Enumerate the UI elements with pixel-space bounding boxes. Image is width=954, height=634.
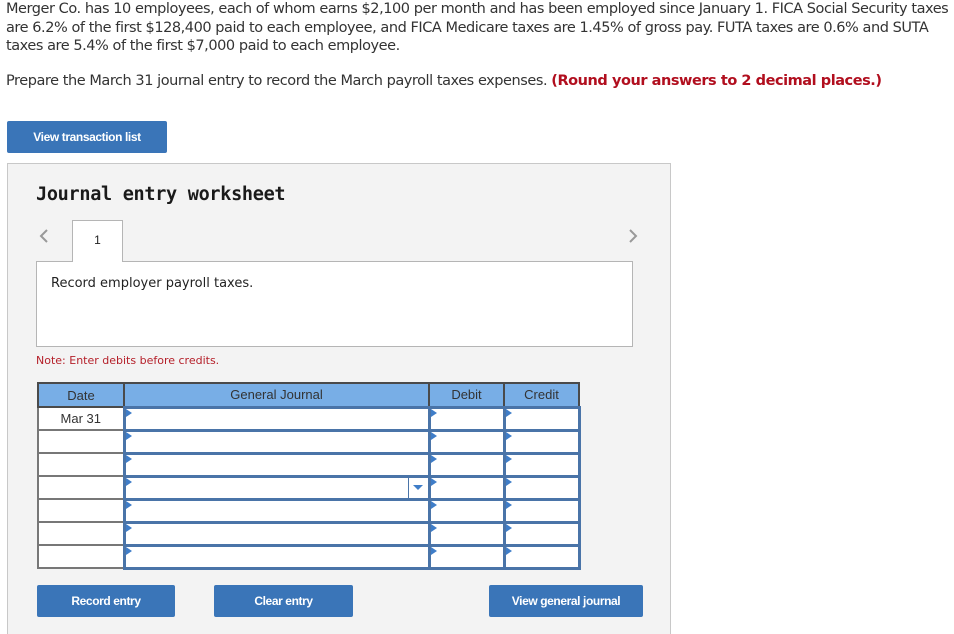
prompt-text: Prepare the March 31 journal entry to re… bbox=[6, 72, 950, 90]
chevron-right-icon bbox=[629, 229, 638, 243]
account-input[interactable] bbox=[122, 428, 431, 455]
rounding-instruction: (Round your answers to 2 decimal places.… bbox=[551, 73, 882, 89]
cell-marker-icon bbox=[430, 477, 437, 486]
debit-input[interactable] bbox=[427, 451, 506, 478]
cell-marker-icon bbox=[505, 546, 512, 555]
cell-marker-icon bbox=[430, 523, 437, 532]
column-header-credit: Credit bbox=[503, 382, 580, 408]
credit-input[interactable] bbox=[502, 405, 581, 432]
question-text: Merger Co. has 10 employees, each of who… bbox=[6, 1, 949, 54]
cell-marker-icon bbox=[125, 500, 132, 509]
cell-marker-icon bbox=[505, 408, 512, 417]
date-cell bbox=[37, 498, 125, 523]
credit-input[interactable] bbox=[502, 497, 581, 524]
cell-marker-icon bbox=[125, 523, 132, 532]
cell-marker-icon bbox=[505, 431, 512, 440]
prompt-instruction: Prepare the March 31 journal entry to re… bbox=[6, 73, 548, 89]
cell-marker-icon bbox=[125, 477, 132, 486]
account-input[interactable] bbox=[122, 451, 431, 478]
debit-input[interactable] bbox=[427, 543, 506, 570]
journal-row bbox=[37, 474, 581, 501]
cell-marker-icon bbox=[505, 454, 512, 463]
cell-marker-icon bbox=[430, 546, 437, 555]
date-cell bbox=[37, 452, 125, 477]
date-cell bbox=[37, 429, 125, 454]
debit-input[interactable] bbox=[427, 520, 506, 547]
journal-header-row: Date General Journal Debit Credit bbox=[37, 382, 580, 408]
journal-table: Date General Journal Debit Credit Mar 31 bbox=[37, 382, 581, 570]
view-transaction-list-button[interactable]: View transaction list bbox=[7, 121, 167, 153]
account-input[interactable] bbox=[122, 405, 431, 432]
cell-marker-icon bbox=[125, 454, 132, 463]
next-entry-button[interactable] bbox=[625, 226, 641, 246]
debit-input[interactable] bbox=[427, 497, 506, 524]
debits-note: Note: Enter debits before credits. bbox=[36, 354, 220, 367]
account-input[interactable] bbox=[122, 520, 431, 547]
account-select[interactable] bbox=[122, 474, 431, 501]
credit-input[interactable] bbox=[502, 428, 581, 455]
cell-marker-icon bbox=[505, 477, 512, 486]
journal-row bbox=[37, 520, 581, 547]
cell-marker-icon bbox=[505, 500, 512, 509]
column-header-debit: Debit bbox=[428, 382, 505, 408]
credit-input[interactable] bbox=[502, 451, 581, 478]
journal-row: Mar 31 bbox=[37, 405, 581, 432]
journal-row bbox=[37, 497, 581, 524]
account-input[interactable] bbox=[122, 497, 431, 524]
cell-marker-icon bbox=[125, 546, 132, 555]
column-header-date: Date bbox=[37, 382, 125, 408]
cell-marker-icon bbox=[430, 408, 437, 417]
previous-entry-button[interactable] bbox=[36, 226, 52, 246]
cell-marker-icon bbox=[430, 454, 437, 463]
credit-input[interactable] bbox=[502, 543, 581, 570]
journal-row bbox=[37, 428, 581, 455]
account-input[interactable] bbox=[122, 543, 431, 570]
date-cell bbox=[37, 475, 125, 500]
journal-row bbox=[37, 543, 581, 570]
clear-entry-button[interactable]: Clear entry bbox=[214, 585, 353, 617]
view-general-journal-button[interactable]: View general journal bbox=[489, 585, 643, 617]
cell-marker-icon bbox=[505, 523, 512, 532]
record-entry-button[interactable]: Record entry bbox=[37, 585, 175, 617]
credit-input[interactable] bbox=[502, 520, 581, 547]
cell-marker-icon bbox=[125, 431, 132, 440]
journal-entry-worksheet: Journal entry worksheet 1 Record employe… bbox=[7, 163, 671, 634]
entry-description-box: Record employer payroll taxes. bbox=[36, 261, 633, 347]
cell-marker-icon bbox=[430, 431, 437, 440]
chevron-left-icon bbox=[39, 229, 48, 243]
debit-input[interactable] bbox=[427, 474, 506, 501]
account-dropdown-toggle[interactable] bbox=[407, 477, 428, 498]
worksheet-title: Journal entry worksheet bbox=[36, 184, 286, 205]
date-cell bbox=[37, 544, 125, 569]
date-cell bbox=[37, 521, 125, 546]
journal-row bbox=[37, 451, 581, 478]
column-header-general-journal: General Journal bbox=[123, 382, 430, 408]
caret-down-icon bbox=[413, 485, 423, 490]
entry-description: Record employer payroll taxes. bbox=[51, 276, 254, 291]
credit-input[interactable] bbox=[502, 474, 581, 501]
debit-input[interactable] bbox=[427, 428, 506, 455]
date-cell: Mar 31 bbox=[37, 406, 125, 431]
debit-input[interactable] bbox=[427, 405, 506, 432]
cell-marker-icon bbox=[125, 408, 132, 417]
tab-entry-1[interactable]: 1 bbox=[72, 220, 123, 262]
cell-marker-icon bbox=[430, 500, 437, 509]
